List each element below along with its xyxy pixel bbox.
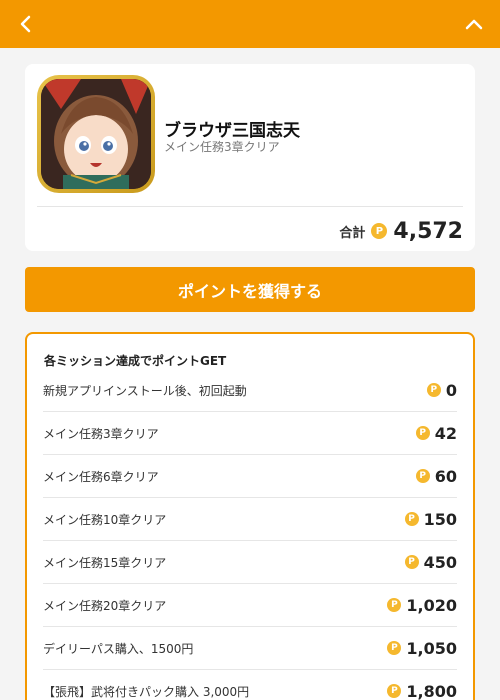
mission-points: P 0 (426, 380, 457, 400)
point-coin-icon: P (415, 469, 430, 483)
collapse-button[interactable] (460, 10, 488, 38)
app-card: ブラウザ三国志天 メイン任務3章クリア 合計 P 4,572 (25, 64, 475, 251)
mission-row: メイン任務20章クリア P 1,020 (43, 584, 457, 627)
mission-row: メイン任務10章クリア P 150 (43, 498, 457, 541)
mission-points: P 1,800 (387, 682, 457, 700)
mission-points-value: 1,020 (406, 595, 457, 615)
mission-name: メイン任務10章クリア (43, 512, 167, 527)
mission-list: 新規アプリインストール後、初回起動 P 0 メイン任務3章クリア P 42 メイ… (43, 369, 457, 700)
chevron-left-icon (20, 15, 31, 33)
mission-row: 新規アプリインストール後、初回起動 P 0 (43, 369, 457, 412)
mission-points: P 1,020 (387, 596, 457, 615)
mission-name: メイン任務3章クリア (43, 426, 159, 441)
mission-points-value: 1,800 (406, 681, 457, 700)
app-subtitle: メイン任務3章クリア (164, 140, 280, 154)
mission-row: メイン任務6章クリア P 60 (43, 455, 457, 498)
mission-name: デイリーパス購入、1500円 (43, 641, 194, 656)
mission-heading: 各ミッション達成でポイントGET (44, 354, 227, 368)
point-coin-icon: P (371, 223, 388, 239)
mission-row: デイリーパス購入、1500円 P 1,050 (43, 627, 457, 670)
mission-row: メイン任務3章クリア P 42 (43, 412, 457, 455)
app-icon (37, 75, 155, 193)
mission-name: 新規アプリインストール後、初回起動 (43, 383, 247, 398)
mission-points-value: 0 (445, 380, 457, 400)
mission-points-value: 150 (423, 509, 457, 529)
mission-points: P 450 (404, 552, 457, 572)
mission-points: P 1,050 (387, 639, 457, 658)
point-coin-icon: P (387, 641, 402, 655)
back-button[interactable] (12, 10, 40, 38)
mission-points: P 42 (415, 423, 457, 443)
point-coin-icon: P (387, 684, 402, 698)
total-value: 4,572 (393, 218, 463, 244)
total-label: 合計 (339, 225, 366, 241)
mission-points-value: 450 (423, 552, 457, 572)
total-points: 合計 P 4,572 (339, 216, 463, 246)
mission-points-value: 42 (434, 423, 457, 443)
mission-row: メイン任務15章クリア P 450 (43, 541, 457, 584)
point-coin-icon: P (404, 512, 419, 526)
character-portrait-icon (41, 79, 151, 189)
divider (37, 206, 463, 207)
mission-points: P 150 (404, 509, 457, 529)
mission-points: P 60 (415, 466, 457, 486)
get-points-button[interactable]: ポイントを獲得する (25, 267, 475, 312)
chevron-up-icon (465, 19, 483, 30)
mission-row: 【張飛】武将付きパック購入 3,000円 P 1,800 (43, 670, 457, 700)
mission-panel: 各ミッション達成でポイントGET 新規アプリインストール後、初回起動 P 0 メ… (25, 332, 475, 700)
top-bar (0, 0, 500, 48)
point-coin-icon: P (415, 426, 430, 440)
mission-name: メイン任務6章クリア (43, 469, 159, 484)
mission-name: 【張飛】武将付きパック購入 3,000円 (43, 684, 250, 699)
point-coin-icon: P (426, 383, 441, 397)
mission-name: メイン任務20章クリア (43, 598, 167, 613)
mission-points-value: 60 (434, 466, 457, 486)
point-coin-icon: P (404, 555, 419, 569)
mission-points-value: 1,050 (406, 638, 457, 658)
point-coin-icon: P (387, 598, 402, 612)
mission-name: メイン任務15章クリア (43, 555, 167, 570)
